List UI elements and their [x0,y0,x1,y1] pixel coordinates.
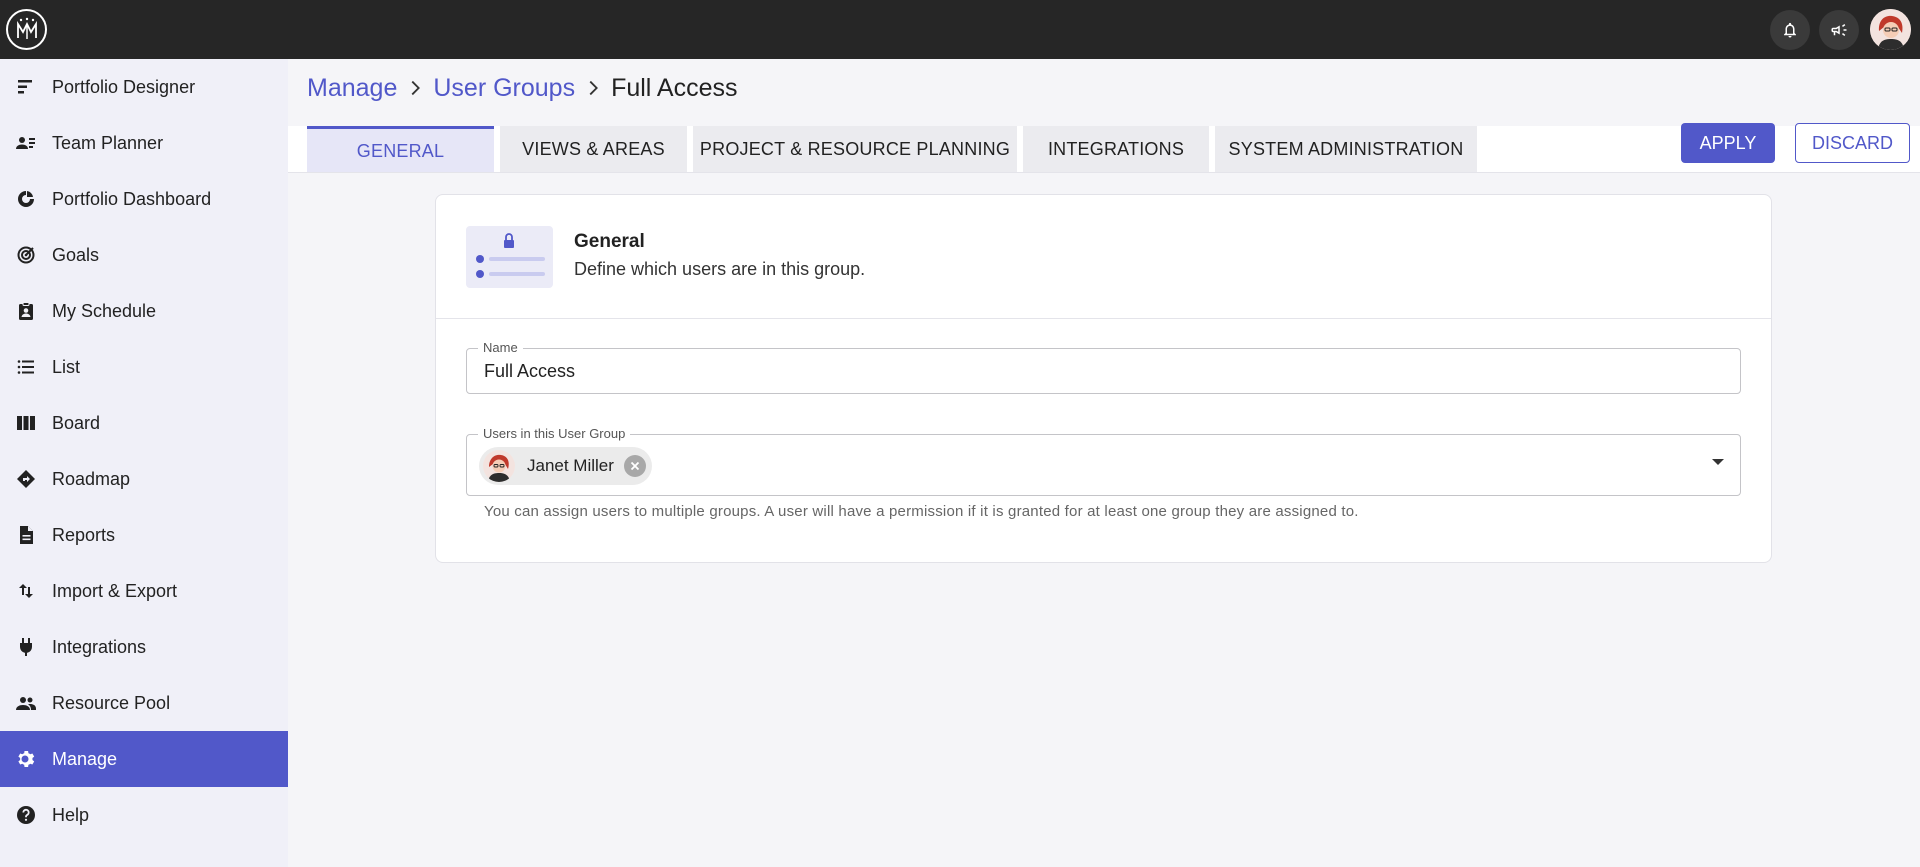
user-chip-label: Janet Miller [527,456,614,475]
portfolio-designer-icon [15,76,37,98]
name-field[interactable]: Name [466,340,1741,394]
chevron-right-icon [581,76,605,100]
card-title: General [574,231,645,252]
notifications-button[interactable] [1770,10,1810,50]
import-export-icon [15,580,37,602]
sidebar-item-goals[interactable]: Goals [0,227,288,283]
apply-button[interactable]: APPLY [1681,123,1775,163]
sidebar-item-list[interactable]: List [0,339,288,395]
card-subtitle: Define which users are in this group. [574,259,866,279]
tab-divider [288,172,1920,173]
close-icon [630,461,640,471]
list-icon [15,356,37,378]
user-chip[interactable]: Janet Miller [479,447,652,485]
megaphone-icon [1831,24,1847,36]
board-icon [15,412,37,434]
sidebar-item-label: Import & Export [52,580,178,601]
users-field-helper: You can assign users to multiple groups.… [484,503,1359,520]
sidebar-item-label: Portfolio Dashboard [52,188,212,209]
tab-project-resource-planning[interactable]: PROJECT & RESOURCE PLANNING [693,126,1017,173]
remove-user-button[interactable] [623,455,646,477]
sidebar-item-label: Manage [52,748,118,769]
tab-integrations[interactable]: INTEGRATIONS [1023,126,1209,173]
sidebar-item-label: Integrations [52,636,147,657]
sidebar: Portfolio Designer Team Planner Portfoli… [0,59,288,867]
mm-crown-logo-icon [16,17,37,39]
help-icon [15,804,37,826]
sidebar-item-my-schedule[interactable]: My Schedule [0,283,288,339]
target-icon [15,244,37,266]
user-avatar-button[interactable] [1870,9,1911,50]
sidebar-item-portfolio-dashboard[interactable]: Portfolio Dashboard [0,171,288,227]
tab-general[interactable]: GENERAL [307,126,494,173]
sidebar-item-portfolio-designer[interactable]: Portfolio Designer [0,59,288,115]
dashboard-icon [15,188,37,210]
sidebar-item-label: My Schedule [52,300,157,321]
sidebar-item-integrations[interactable]: Integrations [0,619,288,675]
sidebar-item-label: Team Planner [52,132,164,153]
sidebar-item-import-export[interactable]: Import & Export [0,563,288,619]
users-field[interactable]: Users in this User Group Janet Miller [466,426,1741,496]
user-avatar-icon [1870,9,1911,50]
sidebar-item-roadmap[interactable]: Roadmap [0,451,288,507]
discard-button[interactable]: DISCARD [1795,123,1910,163]
people-icon [15,692,37,714]
sidebar-item-label: List [52,356,81,377]
tab-views-areas[interactable]: VIEWS & AREAS [500,126,687,173]
chevron-down-icon[interactable] [1712,459,1724,465]
breadcrumb: Manage User Groups Full Access [307,72,738,104]
name-input[interactable] [484,349,1724,393]
sidebar-item-label: Help [52,804,90,825]
bell-icon [1784,22,1796,38]
chevron-right-icon [403,76,427,100]
sidebar-item-board[interactable]: Board [0,395,288,451]
sidebar-item-label: Board [52,412,101,433]
plug-icon [15,636,37,658]
sidebar-item-label: Roadmap [52,468,131,489]
breadcrumb-link-user-groups[interactable]: User Groups [433,74,575,103]
card-divider [436,318,1771,319]
schedule-icon [15,300,37,322]
breadcrumb-link-manage[interactable]: Manage [307,74,397,103]
sidebar-item-label: Goals [52,244,100,265]
team-planner-icon [15,132,37,154]
sidebar-item-resource-pool[interactable]: Resource Pool [0,675,288,731]
tab-system-administration[interactable]: SYSTEM ADMINISTRATION [1215,126,1477,173]
sidebar-item-label: Resource Pool [52,692,171,713]
roadmap-icon [15,468,37,490]
report-icon [15,524,37,546]
announcements-button[interactable] [1819,10,1859,50]
sidebar-item-label: Reports [52,524,116,545]
general-card: General Define which users are in this g… [435,194,1772,563]
sidebar-item-help[interactable]: Help [0,787,288,843]
sidebar-item-reports[interactable]: Reports [0,507,288,563]
sidebar-item-label: Portfolio Designer [52,76,196,97]
users-field-label: Users in this User Group [478,426,631,441]
sidebar-item-manage[interactable]: Manage [0,731,288,787]
app-logo[interactable] [6,9,47,50]
avatar [483,450,515,482]
sidebar-item-team-planner[interactable]: Team Planner [0,115,288,171]
breadcrumb-current: Full Access [611,73,738,102]
top-bar [0,0,1920,59]
lock-list-illustration-icon [466,226,553,288]
gear-icon [15,748,37,770]
